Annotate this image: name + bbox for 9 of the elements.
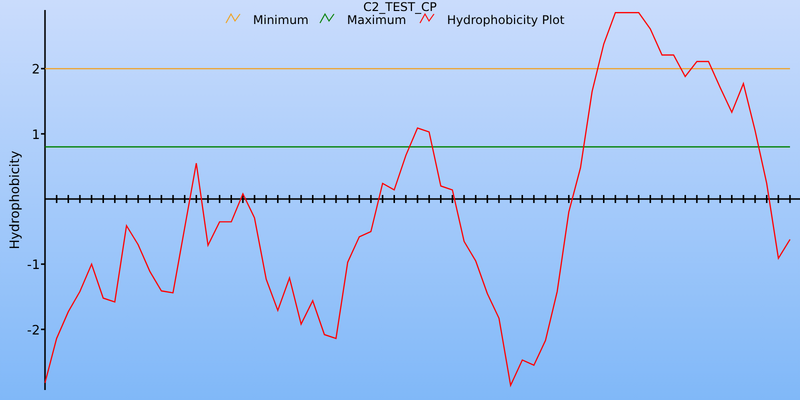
- legend-label: Hydrophobicity Plot: [447, 13, 564, 27]
- y-tick-label: -1: [27, 258, 40, 274]
- y-axis-label: Hydrophobicity: [8, 150, 23, 250]
- legend-label: Maximum: [347, 13, 406, 27]
- y-tick-label: 1: [32, 128, 40, 143]
- y-tick-label: -2: [27, 323, 40, 338]
- chart-title: C2_TEST_CP: [363, 0, 437, 14]
- legend-label: Minimum: [253, 13, 309, 27]
- y-tick-label: 2: [32, 62, 40, 78]
